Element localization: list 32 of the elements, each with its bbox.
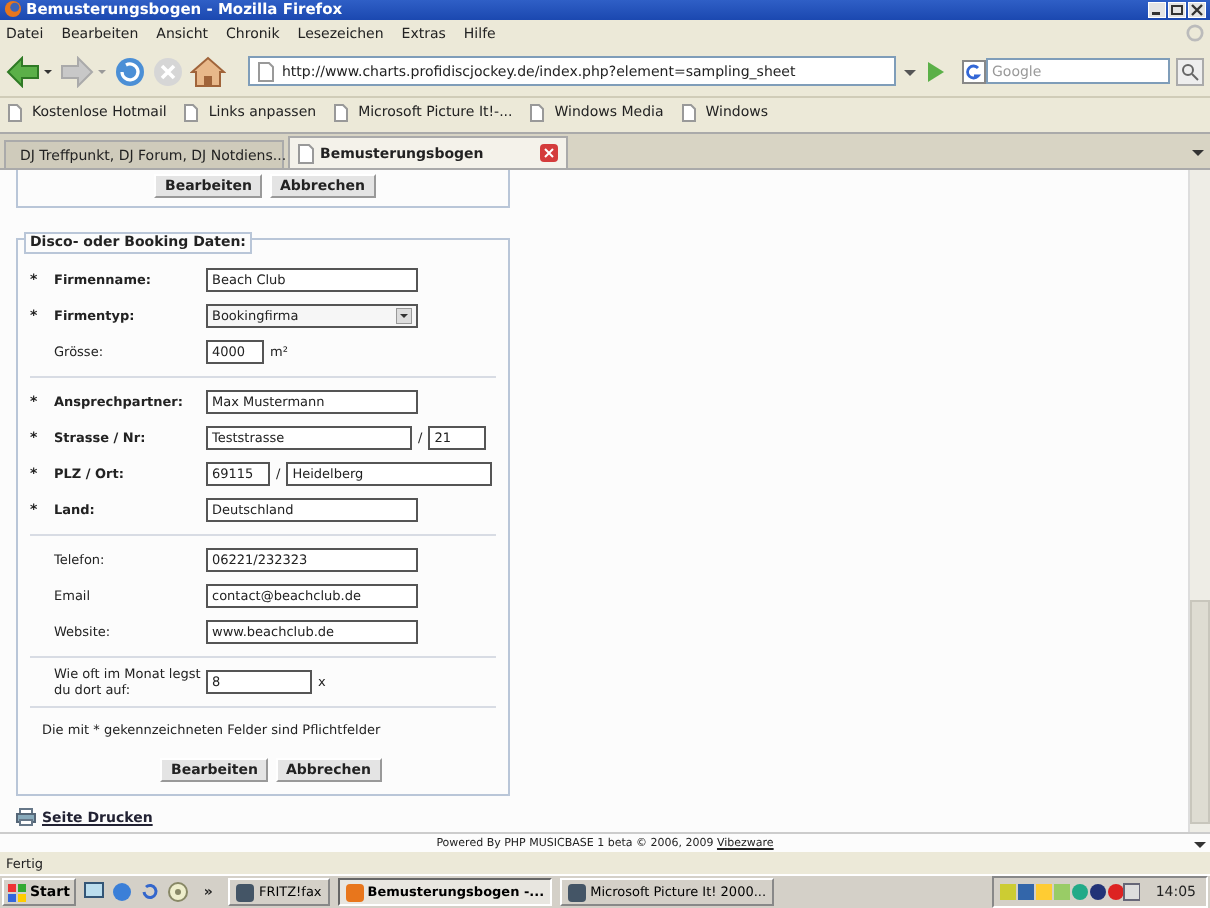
refresh-icon[interactable] (139, 882, 160, 903)
page-icon (681, 103, 696, 122)
minimize-icon[interactable] (1148, 1, 1166, 18)
tab-list-icon[interactable] (1190, 144, 1206, 161)
browser-icon (4, 0, 22, 19)
browser-icon[interactable] (111, 882, 132, 903)
scrollbar[interactable] (1188, 170, 1210, 833)
desktop-icon[interactable] (83, 882, 104, 903)
page-icon (8, 103, 22, 122)
close-tab-icon[interactable] (540, 144, 558, 163)
back-icon[interactable] (6, 55, 54, 88)
page-icon (184, 103, 199, 122)
printer-icon (16, 808, 36, 827)
tray-icons-drawing[interactable] (999, 882, 1140, 903)
page-icon (258, 61, 274, 82)
disc-icon[interactable] (167, 882, 188, 903)
search-engine-icon[interactable] (962, 59, 986, 84)
throbber-icon (1186, 24, 1204, 43)
page-icon (298, 143, 314, 164)
app-icon (236, 883, 255, 902)
windows-logo-icon (8, 883, 26, 902)
home-icon[interactable] (190, 55, 226, 88)
app-icon (568, 883, 587, 902)
search-icon[interactable] (1176, 57, 1204, 86)
reload-icon[interactable] (114, 55, 146, 88)
app-icon (345, 883, 364, 902)
close-icon[interactable] (1188, 1, 1206, 18)
page-icon (334, 103, 349, 122)
scrollbar-thumb[interactable] (1190, 600, 1210, 825)
dropdown-icon[interactable] (396, 308, 412, 325)
restore-icon[interactable] (1168, 1, 1186, 18)
page-icon (530, 103, 545, 122)
